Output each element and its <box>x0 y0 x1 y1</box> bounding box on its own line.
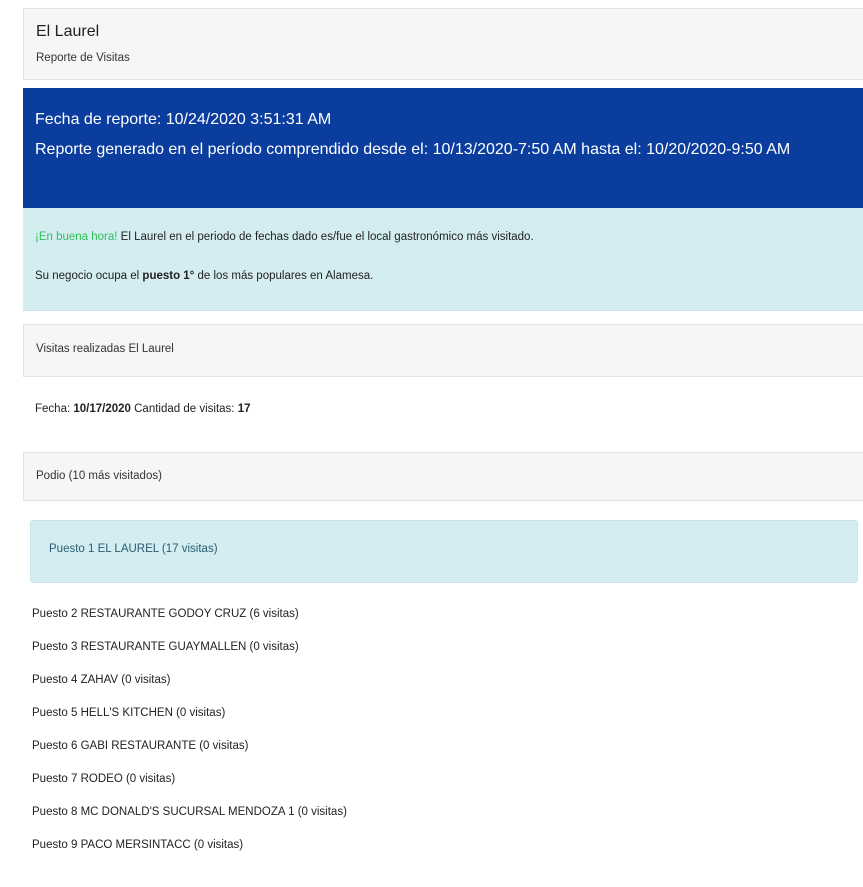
podium-item: Puesto 7 RODEO (0 visitas) <box>32 773 176 785</box>
date-value: 10/17/2020 <box>73 403 131 415</box>
success-alert: ¡En buena hora! El Laurel en el periodo … <box>23 208 863 311</box>
podium-item: Puesto 5 HELL'S KITCHEN (0 visitas) <box>32 707 226 719</box>
podium-first-place: Puesto 1 EL LAUREL (17 visitas) <box>30 520 858 583</box>
ranking-value: puesto 1° <box>142 270 195 282</box>
date-label: Fecha: <box>35 403 74 415</box>
report-period: Reporte generado en el período comprendi… <box>35 141 791 158</box>
count-value: 17 <box>237 403 251 415</box>
podium-item: Puesto 8 MC DONALD'S SUCURSAL MENDOZA 1 … <box>32 806 347 818</box>
ranking-prefix: Su negocio ocupa el <box>35 270 143 282</box>
podium-item: Puesto 2 RESTAURANTE GODOY CRUZ (6 visit… <box>32 608 299 620</box>
business-title: El Laurel <box>36 23 100 40</box>
success-message-text: El Laurel en el periodo de fechas dado e… <box>117 231 534 243</box>
visits-summary: Fecha: 10/17/2020 Cantidad de visitas: 1… <box>35 403 250 415</box>
visits-section-title: Visitas realizadas El Laurel <box>36 343 174 355</box>
podium-item: Puesto 1 EL LAUREL (17 visitas) <box>49 543 218 555</box>
report-subtitle: Reporte de Visitas <box>36 52 130 64</box>
podium-section-header: Podio (10 más visitados) <box>23 452 863 501</box>
podium-item: Puesto 6 GABI RESTAURANTE (0 visitas) <box>32 740 249 752</box>
ranking-suffix: de los más populares en Alamesa. <box>194 270 374 282</box>
success-message: ¡En buena hora! El Laurel en el periodo … <box>35 231 534 243</box>
success-highlight: ¡En buena hora! <box>35 231 118 243</box>
report-info-panel: Fecha de reporte: 10/24/2020 3:51:31 AM … <box>23 88 863 208</box>
ranking-message: Su negocio ocupa el puesto 1° de los más… <box>35 270 373 282</box>
podium-item: Puesto 3 RESTAURANTE GUAYMALLEN (0 visit… <box>32 641 299 653</box>
visits-section-header: Visitas realizadas El Laurel <box>23 324 863 377</box>
podium-section-title: Podio (10 más visitados) <box>36 470 162 482</box>
report-date: Fecha de reporte: 10/24/2020 3:51:31 AM <box>35 111 332 128</box>
podium-item: Puesto 9 PACO MERSINTACC (0 visitas) <box>32 839 244 851</box>
count-label: Cantidad de visitas: <box>130 403 238 415</box>
podium-item: Puesto 4 ZAHAV (0 visitas) <box>32 674 171 686</box>
report-header: El Laurel Reporte de Visitas <box>23 8 863 80</box>
report-page: El Laurel Reporte de Visitas Fecha de re… <box>0 0 863 887</box>
